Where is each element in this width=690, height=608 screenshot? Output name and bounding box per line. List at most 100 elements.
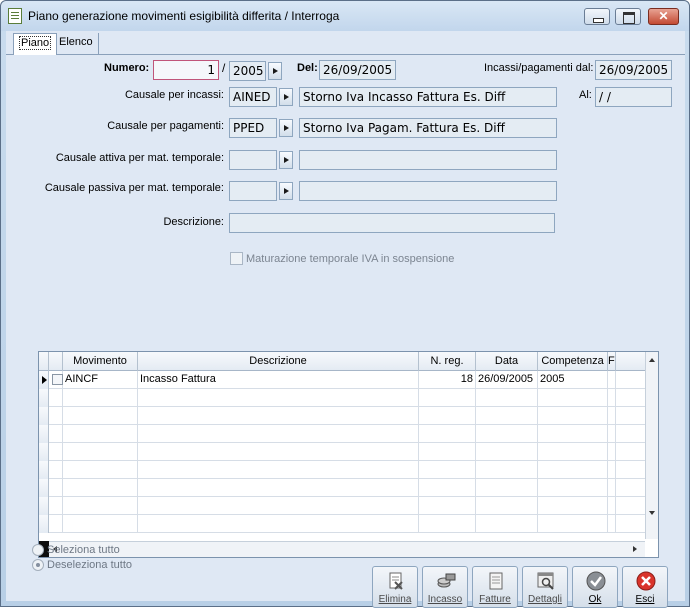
esci-button[interactable]: Esci <box>622 566 668 608</box>
causale-attiva-zoom-button[interactable] <box>279 151 293 169</box>
cell-movimento[interactable] <box>63 443 138 461</box>
cell-nreg[interactable] <box>419 389 476 407</box>
incassi-dal-field[interactable]: 26/09/2005 <box>595 60 672 80</box>
cell-data[interactable] <box>476 515 538 533</box>
col-header-nreg[interactable]: N. reg. <box>419 352 476 371</box>
row-selector[interactable] <box>39 497 49 515</box>
cell-f[interactable] <box>608 407 616 425</box>
cell-data[interactable] <box>476 425 538 443</box>
cell-competenza[interactable] <box>538 497 608 515</box>
deseleziona-tutto-radio[interactable] <box>32 559 44 571</box>
cell-descrizione[interactable] <box>138 443 419 461</box>
cell-data[interactable] <box>476 479 538 497</box>
cell-data[interactable] <box>476 461 538 479</box>
row-selector[interactable] <box>39 389 49 407</box>
ok-button[interactable]: Ok <box>572 566 618 608</box>
row-selector[interactable] <box>39 461 49 479</box>
anno-zoom-button[interactable] <box>268 62 282 80</box>
cell-competenza[interactable] <box>538 479 608 497</box>
cell-nreg[interactable] <box>419 479 476 497</box>
cell-competenza[interactable] <box>538 389 608 407</box>
cell-f[interactable] <box>608 389 616 407</box>
cell-nreg[interactable] <box>419 497 476 515</box>
cell-nreg[interactable] <box>419 425 476 443</box>
numero-input[interactable]: 1 <box>153 60 219 80</box>
cell-descrizione[interactable] <box>138 497 419 515</box>
cell-nreg[interactable] <box>419 461 476 479</box>
descrizione-input[interactable] <box>229 213 555 233</box>
cell-movimento[interactable] <box>63 515 138 533</box>
cell-f[interactable] <box>608 497 616 515</box>
cell-descrizione[interactable] <box>138 515 419 533</box>
table-row[interactable] <box>39 479 647 497</box>
cell-descrizione[interactable] <box>138 479 419 497</box>
movimenti-grid[interactable]: Movimento Descrizione N. reg. Data Compe… <box>38 351 659 558</box>
table-row[interactable]: AINCF Incasso Fattura 18 26/09/2005 2005 <box>39 371 647 389</box>
tab-piano[interactable]: Piano <box>13 33 58 55</box>
causale-pagamenti-code[interactable]: PPED <box>229 118 277 138</box>
table-row[interactable] <box>39 389 647 407</box>
causale-incassi-code[interactable]: AINED <box>229 87 277 107</box>
vertical-scrollbar[interactable] <box>645 352 658 539</box>
elimina-button[interactable]: Elimina <box>372 566 418 608</box>
cell-nreg[interactable]: 18 <box>419 371 476 389</box>
table-row[interactable] <box>39 515 647 533</box>
cell-movimento[interactable] <box>63 425 138 443</box>
fatture-button[interactable]: Fatture <box>472 566 518 608</box>
cell-data[interactable]: 26/09/2005 <box>476 371 538 389</box>
title-bar[interactable]: Piano generazione movimenti esigibilità … <box>1 1 689 31</box>
scroll-up-icon[interactable] <box>649 358 655 362</box>
table-row[interactable] <box>39 497 647 515</box>
close-button[interactable]: ✕ <box>648 8 679 25</box>
cell-nreg[interactable] <box>419 515 476 533</box>
col-header-data[interactable]: Data <box>476 352 538 371</box>
causale-attiva-code[interactable] <box>229 150 277 170</box>
cell-nreg[interactable] <box>419 443 476 461</box>
cell-movimento[interactable] <box>63 389 138 407</box>
cell-f[interactable] <box>608 371 616 389</box>
cell-f[interactable] <box>608 443 616 461</box>
maturazione-checkbox[interactable] <box>230 252 243 265</box>
cell-descrizione[interactable] <box>138 461 419 479</box>
anno-input[interactable]: 2005 <box>229 61 266 81</box>
row-selector[interactable] <box>39 479 49 497</box>
del-date-field[interactable]: 26/09/2005 <box>319 60 396 80</box>
cell-competenza[interactable] <box>538 461 608 479</box>
cell-descrizione[interactable]: Incasso Fattura <box>138 371 419 389</box>
cell-descrizione[interactable] <box>138 407 419 425</box>
col-header-f[interactable]: F <box>608 352 616 371</box>
cell-movimento[interactable] <box>63 497 138 515</box>
row-selector[interactable] <box>39 425 49 443</box>
table-row[interactable] <box>39 407 647 425</box>
maximize-button[interactable] <box>615 8 641 25</box>
causale-pagamenti-zoom-button[interactable] <box>279 119 293 137</box>
table-row[interactable] <box>39 443 647 461</box>
row-selector[interactable] <box>39 371 49 389</box>
cell-data[interactable] <box>476 497 538 515</box>
cell-competenza[interactable]: 2005 <box>538 371 608 389</box>
al-date-field[interactable]: / / <box>595 87 672 107</box>
seleziona-tutto-radio[interactable] <box>32 544 44 556</box>
cell-f[interactable] <box>608 461 616 479</box>
cell-data[interactable] <box>476 407 538 425</box>
row-selector[interactable] <box>39 515 49 533</box>
col-header-descrizione[interactable]: Descrizione <box>138 352 419 371</box>
cell-f[interactable] <box>608 479 616 497</box>
causale-incassi-zoom-button[interactable] <box>279 88 293 106</box>
cell-movimento[interactable]: AINCF <box>63 371 138 389</box>
cell-competenza[interactable] <box>538 443 608 461</box>
table-row[interactable] <box>39 425 647 443</box>
incasso-button[interactable]: Incasso <box>422 566 468 608</box>
scroll-down-icon[interactable] <box>649 511 655 515</box>
causale-passiva-code[interactable] <box>229 181 277 201</box>
cell-descrizione[interactable] <box>138 425 419 443</box>
cell-data[interactable] <box>476 389 538 407</box>
cell-competenza[interactable] <box>538 425 608 443</box>
cell-movimento[interactable] <box>63 461 138 479</box>
causale-passiva-zoom-button[interactable] <box>279 182 293 200</box>
tab-elenco[interactable]: Elenco <box>54 33 99 54</box>
cell-f[interactable] <box>608 425 616 443</box>
cell-competenza[interactable] <box>538 407 608 425</box>
scroll-right-icon[interactable] <box>633 546 637 552</box>
row-selector[interactable] <box>39 407 49 425</box>
